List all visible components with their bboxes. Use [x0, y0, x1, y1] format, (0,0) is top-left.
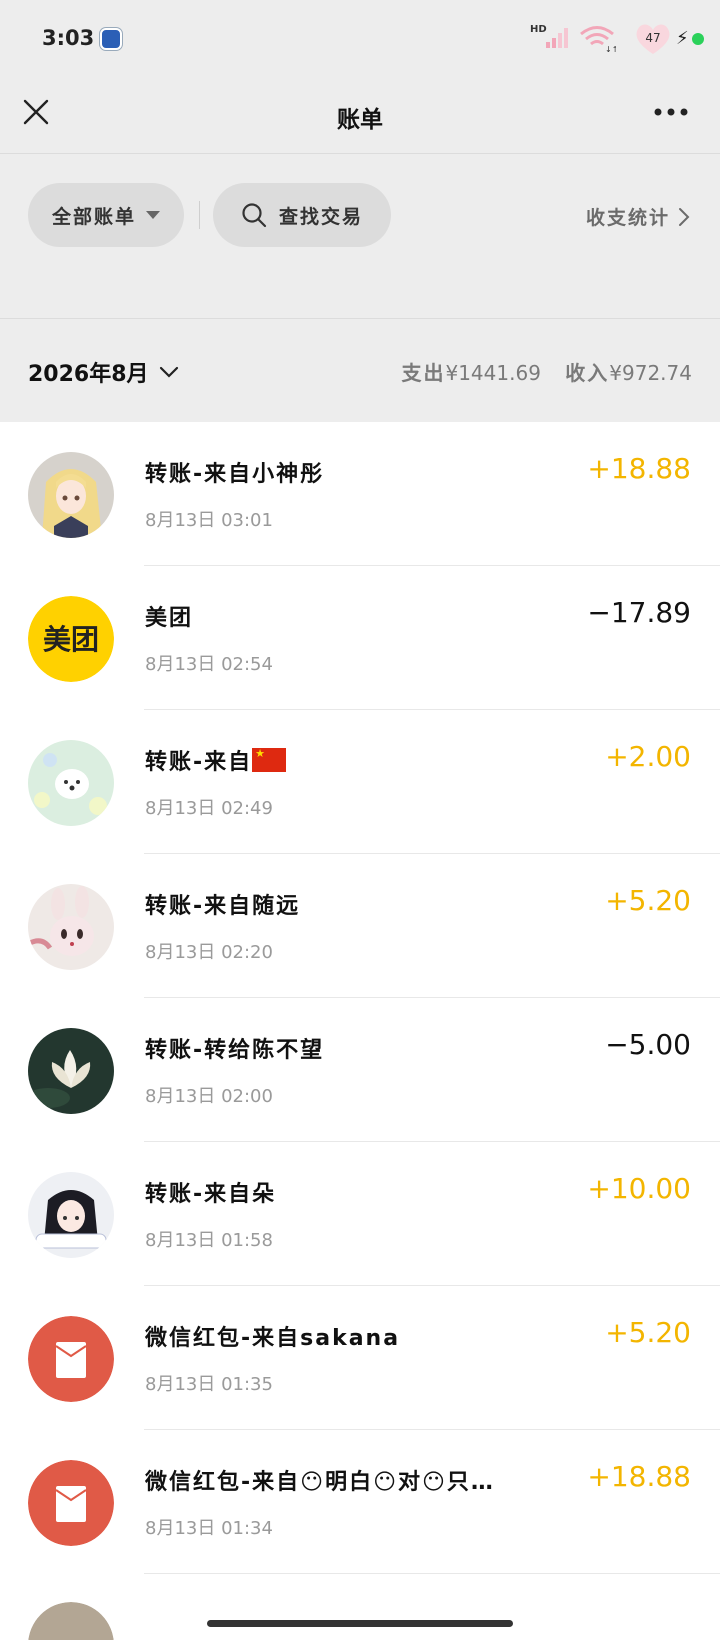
- stats-label: 收支统计: [585, 207, 670, 229]
- app-notification-icon: [100, 28, 122, 50]
- wifi-icon: ↓↑: [580, 26, 616, 54]
- transaction-title: 微信红包-来自sakana: [145, 1326, 401, 1351]
- transaction-amount: +18.88: [587, 1460, 691, 1493]
- income-label: 收入: [565, 361, 610, 385]
- transaction-row[interactable]: 转账-来自随远 8月13日 02:20 +5.20: [0, 854, 720, 998]
- all-bills-label: 全部账单: [51, 205, 136, 228]
- transaction-row[interactable]: 转账-来自朵 8月13日 01:58 +10.00: [0, 1142, 720, 1286]
- all-bills-dropdown[interactable]: 全部账单: [28, 183, 184, 247]
- more-icon[interactable]: [654, 108, 688, 116]
- month-selector[interactable]: 2026年8月: [28, 356, 179, 388]
- partial-avatar: [28, 1602, 114, 1640]
- bunny-avatar: [28, 884, 114, 970]
- svg-text:↓↑: ↓↑: [605, 45, 616, 54]
- transaction-row[interactable]: 美团 美团 8月13日 02:54 −17.89: [0, 566, 720, 710]
- nav-bar: 账单: [0, 80, 720, 154]
- transaction-amount: +2.00: [605, 740, 691, 773]
- transaction-amount: +10.00: [587, 1172, 691, 1205]
- red-packet-icon: [28, 1316, 114, 1402]
- status-time: 3:03: [42, 26, 95, 50]
- home-indicator[interactable]: [207, 1620, 513, 1627]
- lotus-avatar: [28, 1028, 114, 1114]
- meituan-logo-text: 美团: [43, 623, 99, 656]
- red-packet-icon: [28, 1460, 114, 1546]
- charging-icon: ⚡: [676, 28, 689, 49]
- transaction-time: 8月13日 02:49: [145, 798, 273, 819]
- month-summary: 2026年8月 支出¥1441.69 收入¥972.74: [0, 320, 720, 422]
- hd-signal-label: HD: [530, 24, 547, 35]
- expense-label: 支出: [401, 361, 446, 385]
- signal-icon: [546, 28, 568, 48]
- transaction-amount: −5.00: [605, 1028, 691, 1061]
- transaction-time: 8月13日 03:01: [145, 510, 273, 531]
- transaction-row[interactable]: 转账-来自 8月13日 02:49 +2.00: [0, 710, 720, 854]
- month-totals: 支出¥1441.69 收入¥972.74: [401, 357, 692, 386]
- transaction-title: 微信红包-来自😶明白😶对😶只…: [145, 1470, 495, 1495]
- battery-level: 47: [645, 31, 661, 45]
- china-flag-icon: [252, 748, 287, 772]
- divider: [199, 201, 200, 229]
- transaction-title: 转账-来自随远: [145, 894, 301, 919]
- puppy-flowers-avatar: [28, 740, 114, 826]
- transaction-title: 转账-来自: [145, 744, 287, 776]
- search-label: 查找交易: [278, 205, 363, 228]
- month-label: 2026年8月: [28, 362, 149, 387]
- transaction-time: 8月13日 01:35: [145, 1374, 273, 1395]
- chevron-down-icon: [159, 366, 178, 378]
- anime-girl-blonde-avatar: [28, 452, 114, 538]
- anime-girl-darkhair-avatar: [28, 1172, 114, 1258]
- transaction-title: 美团: [145, 606, 194, 631]
- page-title: 账单: [337, 107, 383, 133]
- income-expense-stats-link[interactable]: 收支统计: [586, 203, 690, 230]
- transaction-amount: +5.20: [605, 884, 691, 917]
- transaction-amount: +5.20: [605, 1316, 691, 1349]
- search-icon: [242, 203, 267, 228]
- income-total: ¥972.74: [609, 361, 692, 385]
- transaction-row[interactable]: 转账-转给陈不望 8月13日 02:00 −5.00: [0, 998, 720, 1142]
- meituan-logo: 美团: [28, 596, 114, 682]
- transaction-list: 转账-来自小神彤 8月13日 03:01 +18.88 美团 美团 8月13日 …: [0, 422, 720, 1640]
- dropdown-triangle-icon: [146, 211, 160, 219]
- transaction-title-text: 转账-来自: [145, 750, 253, 775]
- transaction-time: 8月13日 02:54: [145, 654, 273, 675]
- transaction-title: 转账-转给陈不望: [145, 1038, 325, 1063]
- transaction-amount: −17.89: [587, 596, 691, 629]
- privacy-indicator-icon: [692, 33, 704, 45]
- transaction-time: 8月13日 02:20: [145, 942, 273, 963]
- search-transactions-button[interactable]: 查找交易: [213, 183, 391, 247]
- transaction-time: 8月13日 01:58: [145, 1230, 273, 1251]
- chevron-right-icon: [679, 207, 690, 226]
- status-bar: 3:03 HD ↓↑ 47 ⚡: [0, 0, 720, 80]
- transaction-title: 转账-来自小神彤: [145, 462, 325, 487]
- transaction-title: 转账-来自朵: [145, 1182, 277, 1207]
- transaction-time: 8月13日 01:34: [145, 1518, 273, 1539]
- status-icons: HD ↓↑ 47 ⚡: [500, 22, 720, 56]
- transaction-row[interactable]: 转账-来自小神彤 8月13日 03:01 +18.88: [0, 422, 720, 566]
- filter-bar: 全部账单 查找交易 收支统计: [0, 155, 720, 319]
- transaction-row[interactable]: 微信红包-来自😶明白😶对😶只… 8月13日 01:34 +18.88: [0, 1430, 720, 1574]
- transaction-time: 8月13日 02:00: [145, 1086, 273, 1107]
- transaction-row[interactable]: 微信红包-来自sakana 8月13日 01:35 +5.20: [0, 1286, 720, 1430]
- expense-total: ¥1441.69: [445, 361, 541, 385]
- transaction-amount: +18.88: [587, 452, 691, 485]
